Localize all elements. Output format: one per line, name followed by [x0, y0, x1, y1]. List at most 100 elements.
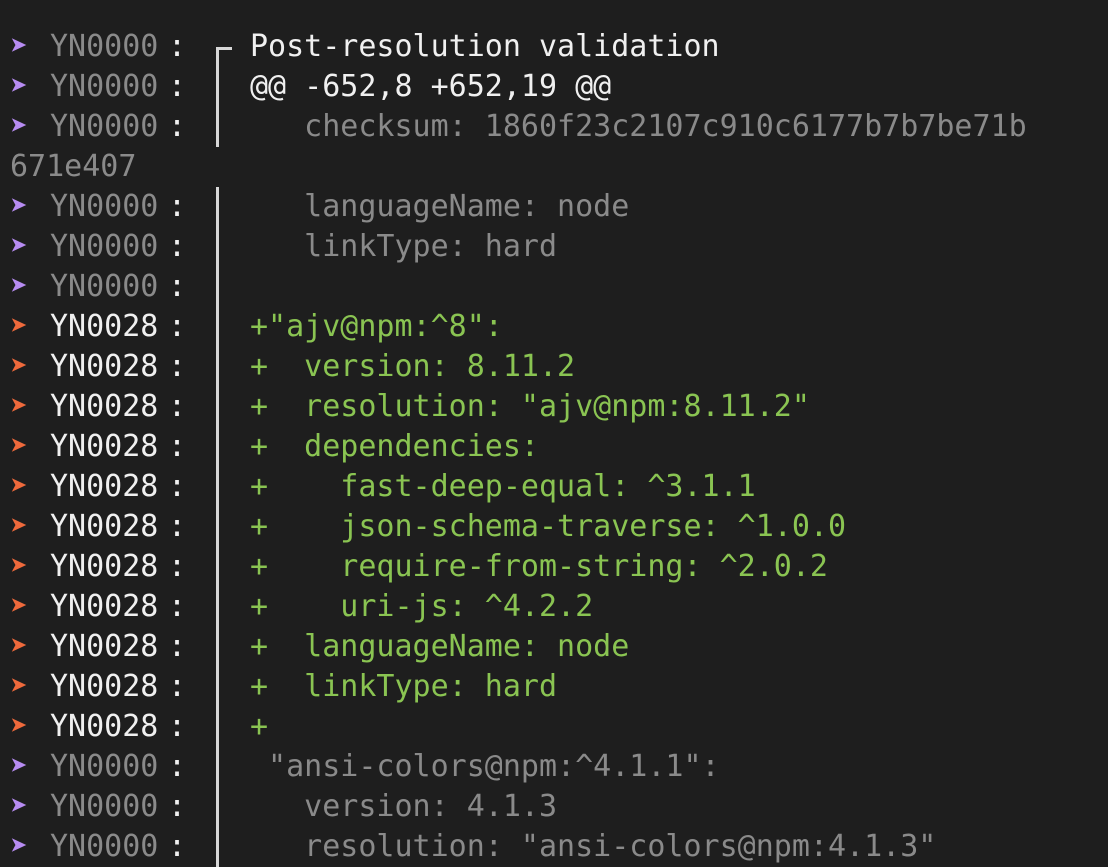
log-message: + resolution: "ajv@npm:8.11.2" — [250, 389, 810, 424]
log-line: ➤ YN0028: + — [0, 707, 1108, 747]
log-message: + fast-deep-equal: ^3.1.1 — [250, 469, 756, 504]
group-rail — [216, 747, 219, 787]
log-line: ➤ YN0028: + dependencies: — [0, 427, 1108, 467]
log-code-colon: : — [168, 309, 187, 344]
log-code-colon: : — [168, 229, 187, 264]
log-code-colon: : — [168, 669, 187, 704]
log-line: ➤ YN0000: linkType: hard — [0, 227, 1108, 267]
group-rail — [216, 587, 219, 627]
log-code: YN0000 — [50, 189, 159, 224]
info-arrow-icon: ➤ — [10, 109, 29, 144]
log-message: + require-from-string: ^2.0.2 — [250, 549, 828, 584]
group-rail — [216, 547, 219, 587]
log-line: ➤ YN0028: + json-schema-traverse: ^1.0.0 — [0, 507, 1108, 547]
log-code: YN0028 — [50, 669, 159, 704]
group-rail — [216, 307, 219, 347]
log-line: ➤ YN0000: version: 4.1.3 — [0, 787, 1108, 827]
warning-arrow-icon: ➤ — [10, 589, 29, 624]
warning-arrow-icon: ➤ — [10, 669, 29, 704]
group-rail — [216, 347, 219, 387]
log-code: YN0028 — [50, 469, 159, 504]
log-message: + uri-js: ^4.2.2 — [250, 589, 594, 624]
info-arrow-icon: ➤ — [10, 789, 29, 824]
log-line: ➤ YN0000: "ansi-colors@npm:^4.1.1": — [0, 747, 1108, 787]
warning-arrow-icon: ➤ — [10, 349, 29, 384]
log-code-colon: : — [168, 349, 187, 384]
group-rail — [216, 667, 219, 707]
log-line: ➤ YN0028: + version: 8.11.2 — [0, 347, 1108, 387]
group-rail — [216, 627, 219, 667]
group-rail — [216, 267, 219, 307]
log-code-colon: : — [168, 789, 187, 824]
log-code-colon: : — [168, 189, 187, 224]
log-line: ➤ YN0028: + fast-deep-equal: ^3.1.1 — [0, 467, 1108, 507]
log-message: @@ -652,8 +652,19 @@ — [250, 69, 612, 104]
group-rail — [216, 467, 219, 507]
log-code: YN0000 — [50, 749, 159, 784]
group-rail — [216, 827, 219, 867]
info-arrow-icon: ➤ — [10, 269, 29, 304]
log-code: YN0028 — [50, 349, 159, 384]
log-line: ➤ YN0000: languageName: node — [0, 187, 1108, 227]
wrapped-line: 671e407 — [0, 147, 1108, 187]
info-arrow-icon: ➤ — [10, 829, 29, 864]
log-line: ➤ YN0000: — [0, 267, 1108, 307]
log-line: ➤ YN0028: + languageName: node — [0, 627, 1108, 667]
log-code-colon: : — [168, 269, 187, 304]
log-code-colon: : — [168, 69, 187, 104]
group-rail — [216, 707, 219, 747]
warning-arrow-icon: ➤ — [10, 629, 29, 664]
log-message: linkType: hard — [250, 229, 558, 264]
log-code-colon: : — [168, 549, 187, 584]
log-code: YN0028 — [50, 709, 159, 744]
log-code: YN0028 — [50, 549, 159, 584]
group-rail — [216, 787, 219, 827]
log-line: ➤ YN0028: + resolution: "ajv@npm:8.11.2" — [0, 387, 1108, 427]
warning-arrow-icon: ➤ — [10, 469, 29, 504]
log-message: languageName: node — [250, 189, 630, 224]
log-code-colon: : — [168, 509, 187, 544]
log-line: ➤ YN0000: checksum: 1860f23c2107c910c6177… — [0, 107, 1108, 147]
log-message: + linkType: hard — [250, 669, 558, 704]
log-message: +"ajv@npm:^8": — [250, 309, 503, 344]
info-arrow-icon: ➤ — [10, 229, 29, 264]
group-rail-corner-tick — [216, 47, 232, 50]
log-message: version: 4.1.3 — [250, 789, 558, 824]
log-message: checksum: 1860f23c2107c910c6177b7b7be71b — [250, 109, 1027, 144]
log-code: YN0000 — [50, 69, 159, 104]
log-code: YN0028 — [50, 429, 159, 464]
info-arrow-icon: ➤ — [10, 69, 29, 104]
log-code-colon: : — [168, 829, 187, 864]
log-code: YN0028 — [50, 309, 159, 344]
log-code-colon: : — [168, 589, 187, 624]
log-message: + — [250, 709, 269, 744]
log-code: YN0000 — [50, 29, 159, 64]
log-line: ➤ YN0028: + require-from-string: ^2.0.2 — [0, 547, 1108, 587]
warning-arrow-icon: ➤ — [10, 709, 29, 744]
warning-arrow-icon: ➤ — [10, 509, 29, 544]
log-line: ➤ YN0028: + uri-js: ^4.2.2 — [0, 587, 1108, 627]
log-code-colon: : — [168, 469, 187, 504]
terminal-output: ➤ YN0000: Post-resolution validation ➤ YN000… — [0, 27, 1108, 867]
group-rail — [216, 67, 219, 107]
log-code-colon: : — [168, 629, 187, 664]
wrapped-text: 671e407 — [10, 149, 137, 184]
log-code-colon: : — [168, 109, 187, 144]
log-line: ➤ YN0028: + linkType: hard — [0, 667, 1108, 707]
log-line: ➤ YN0028: +"ajv@npm:^8": — [0, 307, 1108, 347]
info-arrow-icon: ➤ — [10, 29, 29, 64]
log-message: + dependencies: — [250, 429, 539, 464]
log-code: YN0000 — [50, 269, 159, 304]
log-code-colon: : — [168, 429, 187, 464]
log-message: + json-schema-traverse: ^1.0.0 — [250, 509, 847, 544]
log-message: Post-resolution validation — [250, 29, 720, 64]
group-rail — [216, 387, 219, 427]
info-arrow-icon: ➤ — [10, 189, 29, 224]
info-arrow-icon: ➤ — [10, 749, 29, 784]
log-code-colon: : — [168, 389, 187, 424]
log-code: YN0000 — [50, 789, 159, 824]
warning-arrow-icon: ➤ — [10, 429, 29, 464]
log-code: YN0000 — [50, 229, 159, 264]
log-code: YN0000 — [50, 829, 159, 864]
log-line: ➤ YN0000: Post-resolution validation — [0, 27, 1108, 67]
